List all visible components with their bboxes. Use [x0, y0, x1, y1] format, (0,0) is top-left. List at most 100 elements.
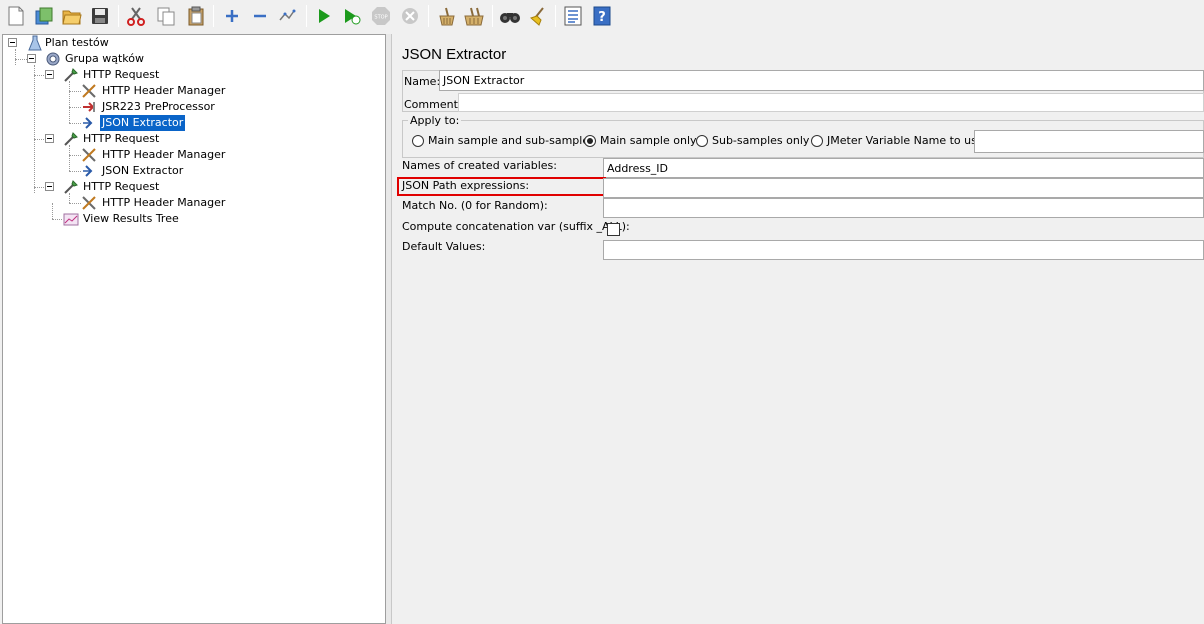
help-icon[interactable]: ?: [590, 4, 614, 28]
tree-node-http-request[interactable]: HTTP Request: [63, 131, 183, 147]
radio-label[interactable]: JMeter Variable Name to use: [827, 134, 984, 147]
concat-checkbox[interactable]: [607, 223, 620, 236]
json-path-field[interactable]: [603, 178, 1204, 198]
tree-node-header-manager[interactable]: HTTP Header Manager: [81, 83, 225, 99]
tree-line: [69, 81, 70, 123]
templates-icon[interactable]: [32, 4, 56, 28]
thread-group-icon: [45, 51, 61, 67]
tree-node-jsr223-preprocessor[interactable]: JSR223 PreProcessor: [81, 99, 221, 115]
tree-line: [52, 219, 62, 220]
tree-node-json-extractor[interactable]: JSON Extractor: [81, 163, 201, 179]
http-sampler-icon: [63, 67, 79, 83]
config-tools-icon: [81, 83, 97, 99]
collapse-icon[interactable]: [248, 4, 272, 28]
start-no-pauses-icon[interactable]: [340, 4, 364, 28]
default-values-field[interactable]: [603, 240, 1204, 260]
http-sampler-icon: [63, 179, 79, 195]
names-field[interactable]: Address_ID: [603, 158, 1204, 178]
name-field[interactable]: JSON Extractor: [439, 70, 1204, 91]
tree-node-label: JSON Extractor: [102, 164, 184, 177]
tree-node-test-plan[interactable]: Plan testów: [27, 35, 147, 51]
svg-text:?: ?: [598, 10, 606, 25]
highlight-box: [397, 177, 606, 196]
radio-main-only[interactable]: [584, 135, 596, 147]
tree-node-thread-group[interactable]: Grupa wątków: [45, 51, 165, 67]
search-icon[interactable]: [498, 4, 522, 28]
function-helper-icon[interactable]: [561, 4, 585, 28]
reset-search-icon[interactable]: [526, 4, 550, 28]
tree-node-label: JSON Extractor: [100, 115, 186, 131]
toolbar-separator: [492, 5, 493, 27]
apply-to-label: Apply to:: [408, 114, 462, 127]
default-values-label: Default Values:: [402, 240, 486, 253]
tree-line: [69, 203, 81, 204]
jmeter-variable-field[interactable]: [974, 130, 1204, 153]
tree-node-view-results-tree[interactable]: View Results Tree: [63, 211, 193, 227]
toggle-icon[interactable]: [276, 4, 300, 28]
tree-line: [69, 155, 81, 156]
expand-icon[interactable]: [220, 4, 244, 28]
tree-node-label: HTTP Header Manager: [102, 196, 226, 209]
tree-line: [34, 65, 35, 193]
postprocessor-icon: [81, 163, 97, 179]
radio-sub-only[interactable]: [696, 135, 708, 147]
collapse-toggle[interactable]: [45, 134, 54, 143]
new-icon[interactable]: [4, 4, 28, 28]
radio-jmeter-variable[interactable]: [811, 135, 823, 147]
paste-icon[interactable]: [184, 4, 208, 28]
tree-line: [69, 123, 81, 124]
match-no-field[interactable]: [603, 198, 1204, 218]
tree-line: [69, 107, 81, 108]
comments-field[interactable]: [458, 93, 1204, 112]
jmeter-window: STOP ? Plan testów Grupa wątków HTTP Req…: [0, 0, 1204, 624]
tree-node-http-request[interactable]: HTTP Request: [63, 179, 183, 195]
cut-icon[interactable]: [124, 4, 148, 28]
tree-node-label: Plan testów: [45, 36, 109, 49]
collapse-toggle[interactable]: [45, 70, 54, 79]
toolbar-separator: [555, 5, 556, 27]
tree-node-json-extractor-selected[interactable]: JSON Extractor: [81, 115, 201, 131]
tree-node-label: HTTP Header Manager: [102, 148, 226, 161]
tree-node-label: Grupa wątków: [65, 52, 144, 65]
concat-label: Compute concatenation var (suffix _ALL):: [402, 220, 630, 233]
toolbar: STOP ?: [0, 0, 1204, 34]
clear-icon[interactable]: [434, 4, 458, 28]
tree-node-header-manager[interactable]: HTTP Header Manager: [81, 147, 225, 163]
names-label: Names of created variables:: [402, 159, 557, 172]
listener-graph-icon: [63, 211, 79, 227]
tree-line: [15, 49, 16, 65]
start-icon[interactable]: [312, 4, 336, 28]
collapse-toggle[interactable]: [8, 38, 17, 47]
stop-icon[interactable]: STOP: [369, 4, 393, 28]
http-sampler-icon: [63, 131, 79, 147]
open-icon[interactable]: [60, 4, 84, 28]
save-icon[interactable]: [88, 4, 112, 28]
copy-icon[interactable]: [154, 4, 178, 28]
tree-node-label: HTTP Request: [83, 132, 160, 145]
postprocessor-icon: [81, 115, 97, 131]
test-plan-icon: [27, 35, 43, 51]
collapse-toggle[interactable]: [45, 182, 54, 191]
shutdown-icon[interactable]: [398, 4, 422, 28]
match-no-label: Match No. (0 for Random):: [402, 199, 548, 212]
json-extractor-panel: JSON Extractor Name: JSON Extractor Comm…: [392, 34, 1204, 624]
panel-title: JSON Extractor: [402, 46, 507, 63]
toolbar-separator: [428, 5, 429, 27]
config-tools-icon: [81, 147, 97, 163]
radio-label[interactable]: Sub-samples only: [712, 134, 809, 147]
toolbar-separator: [306, 5, 307, 27]
preprocessor-icon: [81, 99, 97, 115]
tree-line: [15, 59, 27, 60]
tree-line: [69, 91, 81, 92]
svg-text:STOP: STOP: [374, 15, 387, 21]
radio-label[interactable]: Main sample and sub-samples: [428, 134, 595, 147]
tree-line: [69, 145, 70, 171]
radio-label[interactable]: Main sample only: [600, 134, 697, 147]
name-label: Name:: [404, 75, 441, 88]
tree-node-http-request[interactable]: HTTP Request: [63, 67, 183, 83]
clear-all-icon[interactable]: [462, 4, 486, 28]
test-plan-tree[interactable]: Plan testów Grupa wątków HTTP Request HT…: [2, 34, 386, 624]
radio-main-and-sub[interactable]: [412, 135, 424, 147]
tree-node-header-manager[interactable]: HTTP Header Manager: [81, 195, 225, 211]
collapse-toggle[interactable]: [27, 54, 36, 63]
